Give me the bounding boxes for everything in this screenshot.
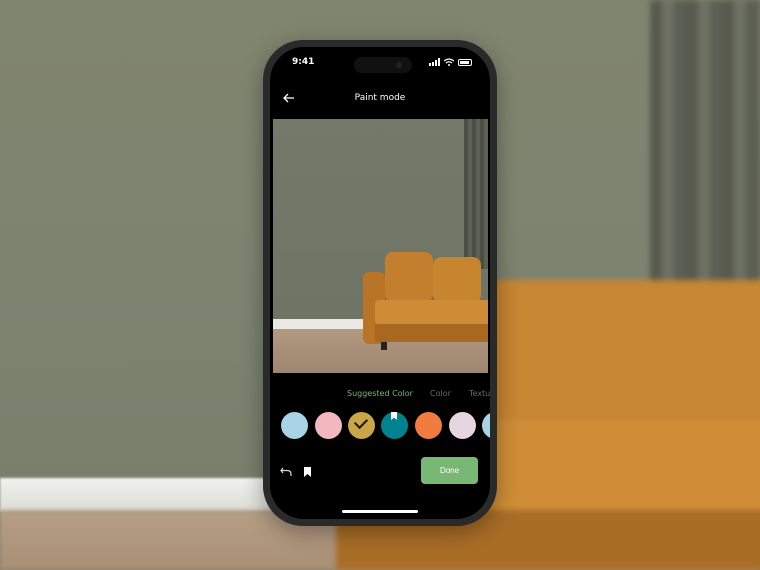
tab-suggested-color[interactable]: Suggested Color (347, 389, 413, 398)
color-swatch[interactable] (415, 412, 442, 439)
tab-texture[interactable]: Texture (469, 389, 490, 398)
done-button[interactable]: Done (421, 457, 478, 484)
color-swatch[interactable] (281, 412, 308, 439)
background-curtain (650, 0, 760, 300)
status-icons (429, 58, 472, 66)
color-swatch[interactable] (449, 412, 476, 439)
color-swatch-selected[interactable] (348, 412, 375, 439)
checkmark-icon (353, 414, 369, 430)
color-tabs: Suggested Color Color Texture (270, 389, 490, 403)
bookmark-badge-icon (391, 412, 397, 420)
bottom-action-bar: Done (270, 457, 490, 487)
battery-icon (458, 58, 472, 66)
phone-frame: 9:41 Paint mode Suggested Color Color Te… (263, 40, 497, 526)
undo-icon[interactable] (280, 467, 292, 477)
room-photo-preview[interactable] (273, 119, 488, 373)
home-indicator (342, 510, 418, 513)
signal-icon (429, 58, 440, 66)
sofa-image (363, 252, 488, 352)
color-swatch[interactable] (482, 412, 490, 439)
dynamic-island (354, 57, 412, 73)
phone-screen: 9:41 Paint mode Suggested Color Color Te… (270, 47, 490, 519)
color-swatch[interactable] (381, 412, 408, 439)
tab-color[interactable]: Color (430, 389, 451, 398)
top-nav: Paint mode (270, 87, 490, 111)
color-swatch-row (281, 412, 490, 442)
color-swatch[interactable] (315, 412, 342, 439)
page-title: Paint mode (354, 93, 406, 103)
wifi-icon (444, 58, 454, 66)
bookmark-icon[interactable] (304, 467, 311, 477)
status-time: 9:41 (292, 57, 315, 67)
